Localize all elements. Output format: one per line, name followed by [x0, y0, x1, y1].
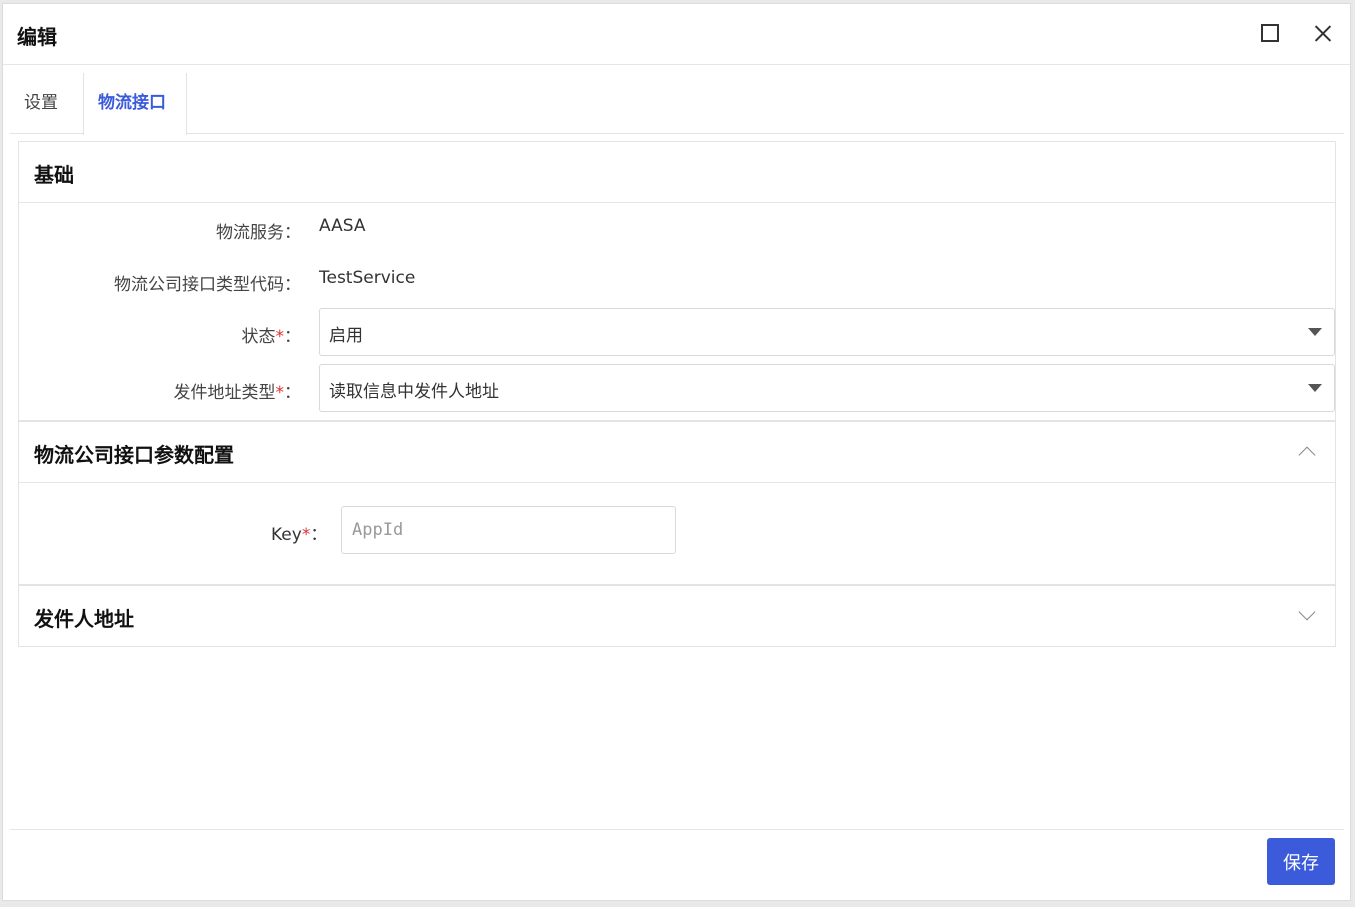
service-value: AASA [319, 216, 366, 236]
save-button[interactable]: 保存 [1267, 838, 1335, 885]
basic-panel-header: 基础 [19, 142, 1335, 203]
basic-panel-title: 基础 [34, 163, 74, 187]
caret-down-icon [1308, 384, 1322, 392]
caret-down-icon [1308, 328, 1322, 336]
service-row: 物流服务： AASA [19, 204, 1335, 252]
sender-address-panel-header[interactable]: 发件人地址 [19, 586, 1335, 647]
params-panel-header[interactable]: 物流公司接口参数配置 [19, 422, 1335, 483]
close-button[interactable] [1312, 22, 1334, 44]
dialog-title: 编辑 [17, 25, 57, 49]
key-input[interactable] [341, 506, 676, 554]
sender-address-panel: 发件人地址 [18, 585, 1336, 647]
status-select[interactable]: 启用 [319, 308, 1335, 356]
status-select-value: 启用 [329, 326, 363, 346]
maximize-icon [1261, 24, 1279, 42]
sender-address-panel-title: 发件人地址 [34, 607, 134, 631]
sender-type-select-value: 读取信息中发件人地址 [329, 382, 499, 402]
status-row: 状态*： 启用 [19, 308, 1335, 356]
tab-bar: 设置 物流接口 [10, 73, 1344, 135]
service-label: 物流服务： [216, 223, 301, 243]
params-panel: 物流公司接口参数配置 Key*： [18, 421, 1336, 585]
chevron-up-icon[interactable] [1299, 444, 1315, 460]
tab-settings[interactable]: 设置 [10, 73, 72, 134]
required-mark: * [275, 383, 285, 403]
sender-type-row: 发件地址类型*： 读取信息中发件人地址 [19, 364, 1335, 412]
key-row: Key*： [19, 506, 1335, 554]
type-code-value: TestService [319, 268, 416, 288]
footer-divider [10, 829, 1344, 830]
tab-logistics-interface[interactable]: 物流接口 [83, 73, 187, 135]
type-code-label: 物流公司接口类型代码： [114, 275, 301, 295]
params-panel-title: 物流公司接口参数配置 [34, 443, 234, 467]
required-mark: * [275, 327, 285, 347]
sender-type-select[interactable]: 读取信息中发件人地址 [319, 364, 1335, 412]
maximize-button[interactable] [1259, 22, 1281, 44]
status-label: 状态*： [241, 327, 302, 347]
sender-type-label: 发件地址类型*： [173, 383, 302, 403]
basic-panel: 基础 物流服务： AASA 物流公司接口类型代码： TestService 状态… [18, 141, 1336, 421]
edit-dialog: 编辑 设置 物流接口 基础 物流服务： AASA 物流公司接口类型代码： Tes… [2, 3, 1351, 901]
type-code-row: 物流公司接口类型代码： TestService [19, 256, 1335, 304]
chevron-down-icon[interactable] [1299, 608, 1315, 624]
dialog-titlebar: 编辑 [3, 4, 1350, 65]
key-label: Key*： [271, 525, 328, 545]
